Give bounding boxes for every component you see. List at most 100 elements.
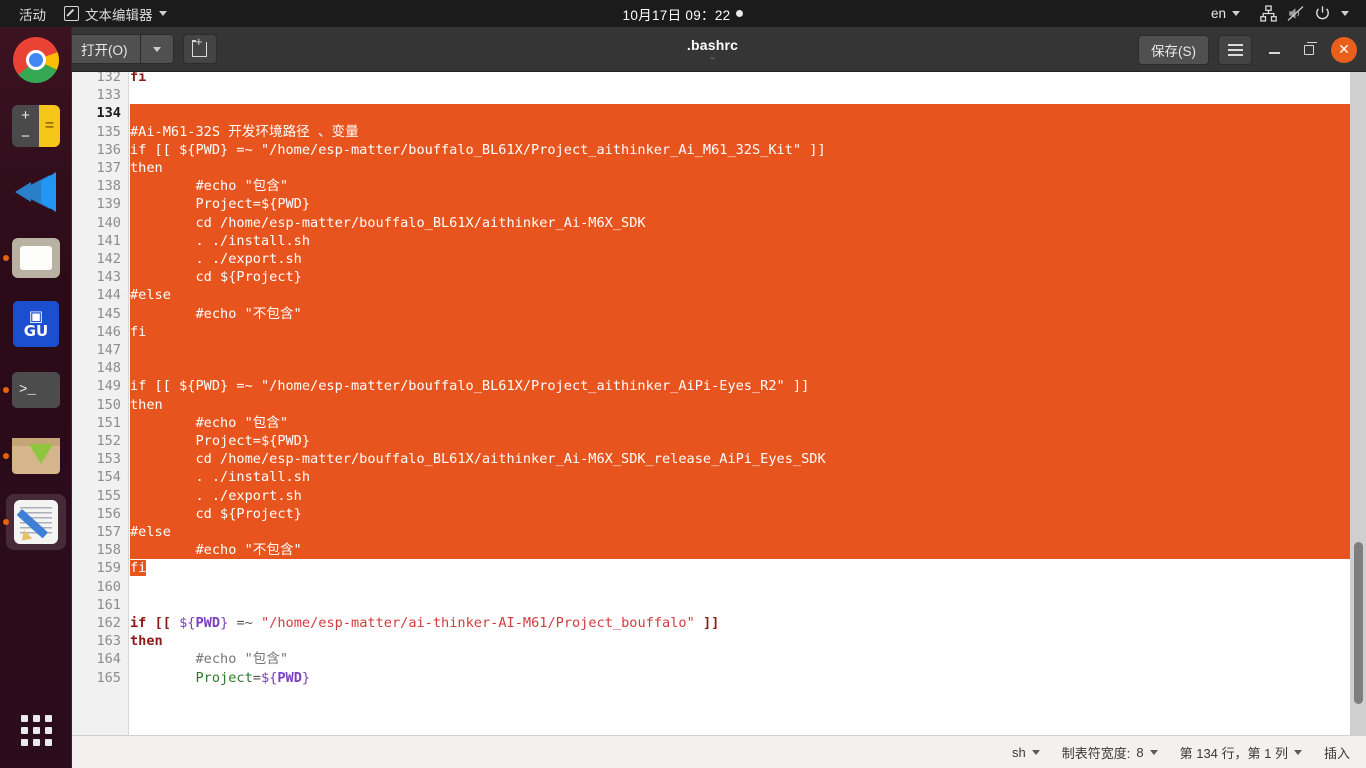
code-line[interactable]: if [[ ${PWD} =~ "/home/esp-matter/bouffa… <box>130 377 1366 396</box>
app-menu[interactable]: 文本编辑器 <box>55 1 176 27</box>
dock-item-text-editor[interactable] <box>0 489 72 555</box>
language-label: en <box>1210 6 1226 21</box>
language-selector[interactable]: sh <box>1012 745 1040 760</box>
line-number: 144 <box>96 287 121 304</box>
code-line[interactable] <box>130 359 1366 378</box>
vertical-scrollbar[interactable] <box>1350 72 1366 735</box>
line-number: 154 <box>96 469 121 486</box>
main-menu-button[interactable] <box>1218 34 1252 65</box>
code-line[interactable]: #echo "包含" <box>130 413 1366 432</box>
code-line[interactable]: if [[ ${PWD} =~ "/home/esp-matter/ai-thi… <box>130 614 719 632</box>
line-number: 161 <box>96 596 121 613</box>
line-number: 143 <box>96 269 121 286</box>
network-icon <box>1260 5 1277 22</box>
dock-item-software-archive[interactable] <box>0 423 72 489</box>
open-button-group: 打开(O) <box>68 34 174 64</box>
code-line[interactable]: cd /home/esp-matter/bouffalo_BL61X/aithi… <box>130 450 1366 469</box>
line-number: 146 <box>96 323 121 340</box>
input-language-menu[interactable]: en <box>1202 3 1249 24</box>
chevron-down-icon <box>1341 11 1349 16</box>
open-button[interactable]: 打开(O) <box>68 34 140 64</box>
line-number: 155 <box>96 487 121 504</box>
code-line[interactable]: #else <box>130 523 1366 542</box>
code-line[interactable]: then <box>130 632 163 650</box>
code-line[interactable]: #echo "包含" <box>130 177 1366 196</box>
line-number: 141 <box>96 232 121 249</box>
language-label: sh <box>1012 744 1026 760</box>
window-title: .bashrc <box>686 36 739 53</box>
open-recent-dropdown-button[interactable] <box>139 34 174 64</box>
code-line[interactable]: . ./export.sh <box>130 486 1366 505</box>
code-line[interactable]: . ./export.sh <box>130 250 1366 269</box>
code-line[interactable]: . ./install.sh <box>130 231 1366 250</box>
code-line[interactable] <box>130 104 1366 123</box>
dock-item-gui-app[interactable]: ▣ GU <box>0 291 72 357</box>
code-line[interactable]: if [[ ${PWD} =~ "/home/esp-matter/bouffa… <box>130 140 1366 159</box>
code-line[interactable]: then <box>130 395 1366 414</box>
scrollbar-thumb[interactable] <box>1354 542 1363 704</box>
line-number: 140 <box>96 214 121 231</box>
code-line[interactable]: Project=${PWD} <box>130 669 310 687</box>
maximize-icon <box>1304 41 1317 55</box>
code-line[interactable]: fi <box>130 559 147 577</box>
code-line[interactable]: Project=${PWD} <box>130 432 1366 451</box>
code-line[interactable]: #else <box>130 286 1366 305</box>
code-line[interactable]: Project=${PWD} <box>130 195 1366 214</box>
new-document-icon <box>191 35 207 57</box>
tab-width-label: 制表符宽度: <box>1061 745 1131 761</box>
code-line[interactable]: fi <box>130 322 1366 341</box>
cursor-position[interactable]: 第 134 行，第 1 列 <box>1180 743 1302 762</box>
chevron-down-icon <box>152 46 161 52</box>
code-editor[interactable]: 132 133 134 135 136 137 138 139 140 141 142 143 144 1… <box>59 72 1366 735</box>
code-line[interactable]: cd ${Project} <box>130 504 1366 523</box>
code-line[interactable]: #echo "不包含" <box>130 541 1366 560</box>
code-line[interactable] <box>130 341 1366 360</box>
hamburger-menu-icon <box>1227 43 1243 56</box>
save-button-label: 保存(S) <box>1151 43 1196 59</box>
dock-item-visual-studio-code[interactable] <box>0 159 72 225</box>
line-number: 138 <box>96 178 121 195</box>
dock-item-terminal[interactable]: >_ <box>0 357 72 423</box>
show-applications-button[interactable] <box>0 702 72 758</box>
line-number: 159 <box>96 560 121 577</box>
dock-item-calculator[interactable]: + − = <box>0 93 72 159</box>
dock-item-google-chrome[interactable] <box>0 27 72 93</box>
code-text-area[interactable]: #echo "不包含"fi#Ai-M61-32S 开发环境路径 、变量if [[… <box>130 72 1366 735</box>
line-number: 149 <box>96 378 121 395</box>
clock-label: 10月17日 09：22 <box>622 7 731 23</box>
power-icon <box>1316 6 1329 20</box>
code-line[interactable]: fi <box>130 72 146 86</box>
tab-width-selector[interactable]: 制表符宽度: 8 <box>1062 743 1158 762</box>
system-status-menu[interactable] <box>1251 2 1358 25</box>
insert-mode-indicator: 插入 <box>1324 743 1350 762</box>
window-headerbar: 打开(O) .bashrc ~ 保存(S) ✕ <box>59 27 1366 72</box>
activities-button[interactable]: 活动 <box>10 1 55 27</box>
save-button[interactable]: 保存(S) <box>1138 34 1209 65</box>
code-line[interactable]: #echo "不包含" <box>130 304 1366 323</box>
app-grid-icon <box>20 714 52 746</box>
clock-menu[interactable]: 10月17日 09：22 <box>614 1 753 27</box>
code-line[interactable]: #echo "包含" <box>130 650 288 668</box>
open-button-label: 打开(O) <box>81 43 128 58</box>
line-number: 145 <box>96 305 121 322</box>
chevron-down-icon <box>1149 749 1158 755</box>
code-line[interactable]: #Ai-M61-32S 开发环境路径 、变量 <box>130 122 1366 141</box>
code-line[interactable]: . ./install.sh <box>130 468 1366 487</box>
line-number: 156 <box>96 505 121 522</box>
minimize-button[interactable] <box>1261 37 1287 63</box>
activities-label: 活动 <box>19 7 46 23</box>
minimize-icon <box>1268 52 1280 54</box>
gnome-top-bar: 活动 文本编辑器 10月17日 09：22 en <box>0 0 1366 27</box>
close-button[interactable]: ✕ <box>1331 36 1357 63</box>
line-number: 135 <box>96 123 121 140</box>
maximize-button[interactable] <box>1296 37 1322 63</box>
chevron-down-icon <box>1293 749 1302 755</box>
dock-item-files[interactable] <box>0 225 72 291</box>
text-editor-window: 打开(O) .bashrc ~ 保存(S) ✕ 13213313413513 <box>59 27 1366 768</box>
text-editor-icon <box>64 6 79 21</box>
archive-icon <box>12 438 60 474</box>
code-line[interactable]: cd /home/esp-matter/bouffalo_BL61X/aithi… <box>130 213 1366 232</box>
new-document-button[interactable] <box>182 34 217 64</box>
code-line[interactable]: cd ${Project} <box>130 268 1366 287</box>
code-line[interactable]: then <box>130 159 1366 178</box>
